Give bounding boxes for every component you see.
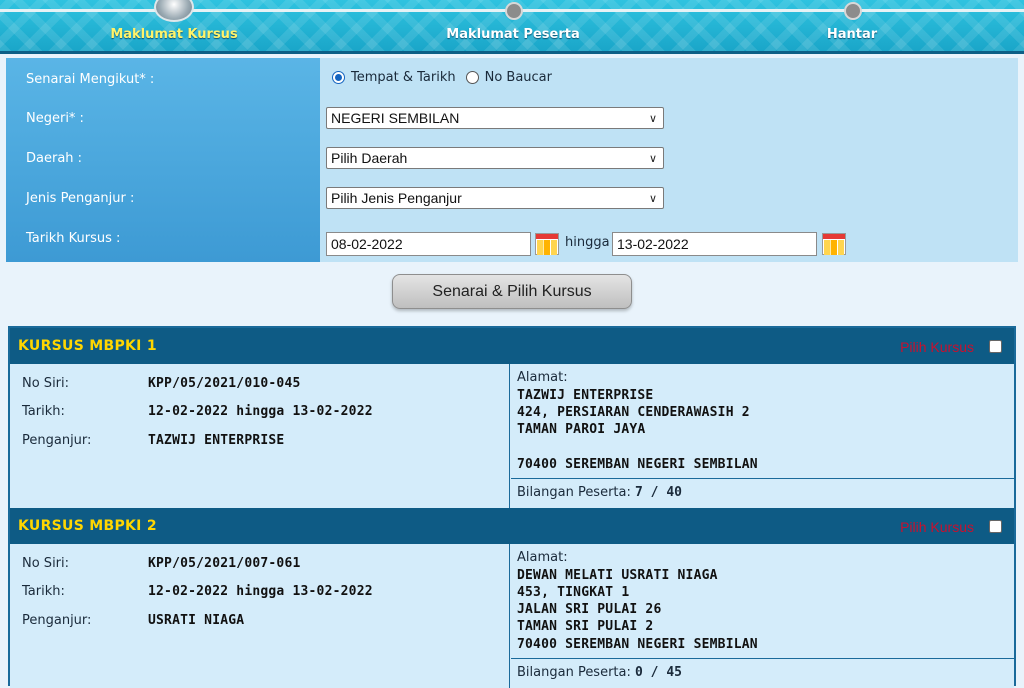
chevron-down-icon: ∨ (648, 113, 657, 125)
senarai-pilih-kursus-button[interactable]: Senarai & Pilih Kursus (392, 274, 632, 309)
bilangan-peserta-label: Bilangan Peserta: (517, 485, 631, 500)
tarikh-value: 12-02-2022 hingga 13-02-2022 (148, 404, 373, 419)
bilangan-peserta-row: Bilangan Peserta: 7 / 40 (511, 478, 1014, 508)
course-address: Alamat: DEWAN MELATI USRATI NIAGA 453, T… (511, 544, 1014, 688)
negeri-select-value: NEGERI SEMBILAN (331, 110, 460, 126)
bilangan-peserta-value: 7 / 40 (635, 485, 682, 500)
hingga-label: hingga (565, 235, 610, 250)
filter-form: Senarai Mengikut* : Negeri* : Daerah : J… (6, 58, 1018, 262)
alamat-line: 453, TINGKAT 1 (517, 585, 630, 600)
step-current-ring-icon (154, 0, 194, 22)
course-title: KURSUS MBPKI 2 (18, 518, 157, 534)
bilangan-peserta-value: 0 / 45 (635, 665, 682, 680)
course-body: No Siri: KPP/05/2021/007-061 Tarikh: 12-… (10, 544, 1014, 688)
action-bar: Senarai & Pilih Kursus (6, 262, 1018, 322)
pilih-kursus-label[interactable]: Pilih Kursus (900, 519, 974, 535)
chevron-down-icon: ∨ (648, 193, 657, 205)
course-details: No Siri: KPP/05/2021/007-061 Tarikh: 12-… (10, 544, 510, 688)
senarai-label: Senarai Mengikut* : (26, 72, 155, 87)
calendar-icon[interactable] (535, 233, 559, 255)
step-hantar: Hantar (826, 27, 878, 42)
radio-tempat-tarikh-label[interactable]: Tempat & Tarikh (351, 70, 456, 85)
no-siri-label: No Siri: (22, 556, 70, 571)
alamat-line: TAMAN SRI PULAI 2 (517, 619, 654, 634)
jenis-penganjur-label: Jenis Penganjur : (26, 191, 135, 206)
course-card: KURSUS MBPKI 2 Pilih Kursus No Siri: KPP… (10, 508, 1014, 688)
alamat-label: Alamat: (517, 370, 568, 385)
course-body: No Siri: KPP/05/2021/010-045 Tarikh: 12-… (10, 364, 1014, 508)
jenis-penganjur-select-value: Pilih Jenis Penganjur (331, 190, 462, 206)
jenis-penganjur-select[interactable]: Pilih Jenis Penganjur ∨ (326, 187, 664, 209)
alamat-line: JALAN SRI PULAI 26 (517, 602, 662, 617)
pilih-kursus-checkbox[interactable] (989, 340, 1002, 353)
step-dot-icon (844, 2, 862, 20)
senarai-mengikut-radio-group: Tempat & Tarikh No Baucar (332, 70, 552, 85)
alamat-line: TAMAN PAROI JAYA (517, 422, 646, 437)
penganjur-label: Penganjur: (22, 613, 92, 628)
penganjur-value: TAZWIJ ENTERPRISE (148, 433, 285, 448)
course-card: KURSUS MBPKI 1 Pilih Kursus No Siri: KPP… (10, 328, 1014, 508)
radio-no-baucar[interactable] (465, 71, 479, 84)
pilih-kursus-checkbox[interactable] (989, 520, 1002, 533)
alamat-line: 70400 SEREMBAN NEGERI SEMBILAN (517, 637, 758, 652)
alamat-line: TAZWIJ ENTERPRISE (517, 388, 654, 403)
bilangan-peserta-label: Bilangan Peserta: (517, 665, 631, 680)
date-from-input[interactable]: 08-02-2022 (326, 232, 531, 256)
alamat-label: Alamat: (517, 550, 568, 565)
step-dot-icon (505, 2, 523, 20)
calendar-icon[interactable] (822, 233, 846, 255)
penganjur-value: USRATI NIAGA (148, 613, 245, 628)
chevron-down-icon: ∨ (648, 153, 657, 165)
negeri-select[interactable]: NEGERI SEMBILAN ∨ (326, 107, 664, 129)
bilangan-peserta-row: Bilangan Peserta: 0 / 45 (511, 658, 1014, 688)
date-to-input[interactable]: 13-02-2022 (612, 232, 817, 256)
radio-tempat-tarikh[interactable] (332, 71, 345, 84)
form-label-column: Senarai Mengikut* : Negeri* : Daerah : J… (6, 58, 320, 262)
tarikh-label: Tarikh: (22, 584, 65, 599)
step-maklumat-kursus: Maklumat Kursus (110, 27, 238, 42)
no-siri-value: KPP/05/2021/010-045 (148, 376, 301, 391)
no-siri-label: No Siri: (22, 376, 70, 391)
daerah-label: Daerah : (26, 151, 83, 166)
alamat-line: DEWAN MELATI USRATI NIAGA (517, 568, 718, 583)
course-details: No Siri: KPP/05/2021/010-045 Tarikh: 12-… (10, 364, 510, 508)
course-list: KURSUS MBPKI 1 Pilih Kursus No Siri: KPP… (8, 326, 1016, 688)
course-header: KURSUS MBPKI 1 Pilih Kursus (10, 328, 1014, 364)
negeri-label: Negeri* : (26, 111, 84, 126)
course-title: KURSUS MBPKI 1 (18, 338, 157, 354)
alamat-line: 70400 SEREMBAN NEGERI SEMBILAN (517, 457, 758, 472)
penganjur-label: Penganjur: (22, 433, 92, 448)
tarikh-kursus-label: Tarikh Kursus : (26, 231, 121, 246)
radio-no-baucar-label[interactable]: No Baucar (485, 70, 552, 85)
daerah-select[interactable]: Pilih Daerah ∨ (326, 147, 664, 169)
pilih-kursus-label[interactable]: Pilih Kursus (900, 339, 974, 355)
daerah-select-value: Pilih Daerah (331, 150, 408, 166)
alamat-line: 424, PERSIARAN CENDERAWASIH 2 (517, 405, 750, 420)
step-maklumat-peserta: Maklumat Peserta (446, 27, 580, 42)
course-address: Alamat: TAZWIJ ENTERPRISE 424, PERSIARAN… (511, 364, 1014, 508)
progress-stepper: Maklumat Kursus Maklumat Peserta Hantar (0, 0, 1024, 54)
no-siri-value: KPP/05/2021/007-061 (148, 556, 301, 571)
tarikh-label: Tarikh: (22, 404, 65, 419)
course-header: KURSUS MBPKI 2 Pilih Kursus (10, 508, 1014, 544)
tarikh-value: 12-02-2022 hingga 13-02-2022 (148, 584, 373, 599)
